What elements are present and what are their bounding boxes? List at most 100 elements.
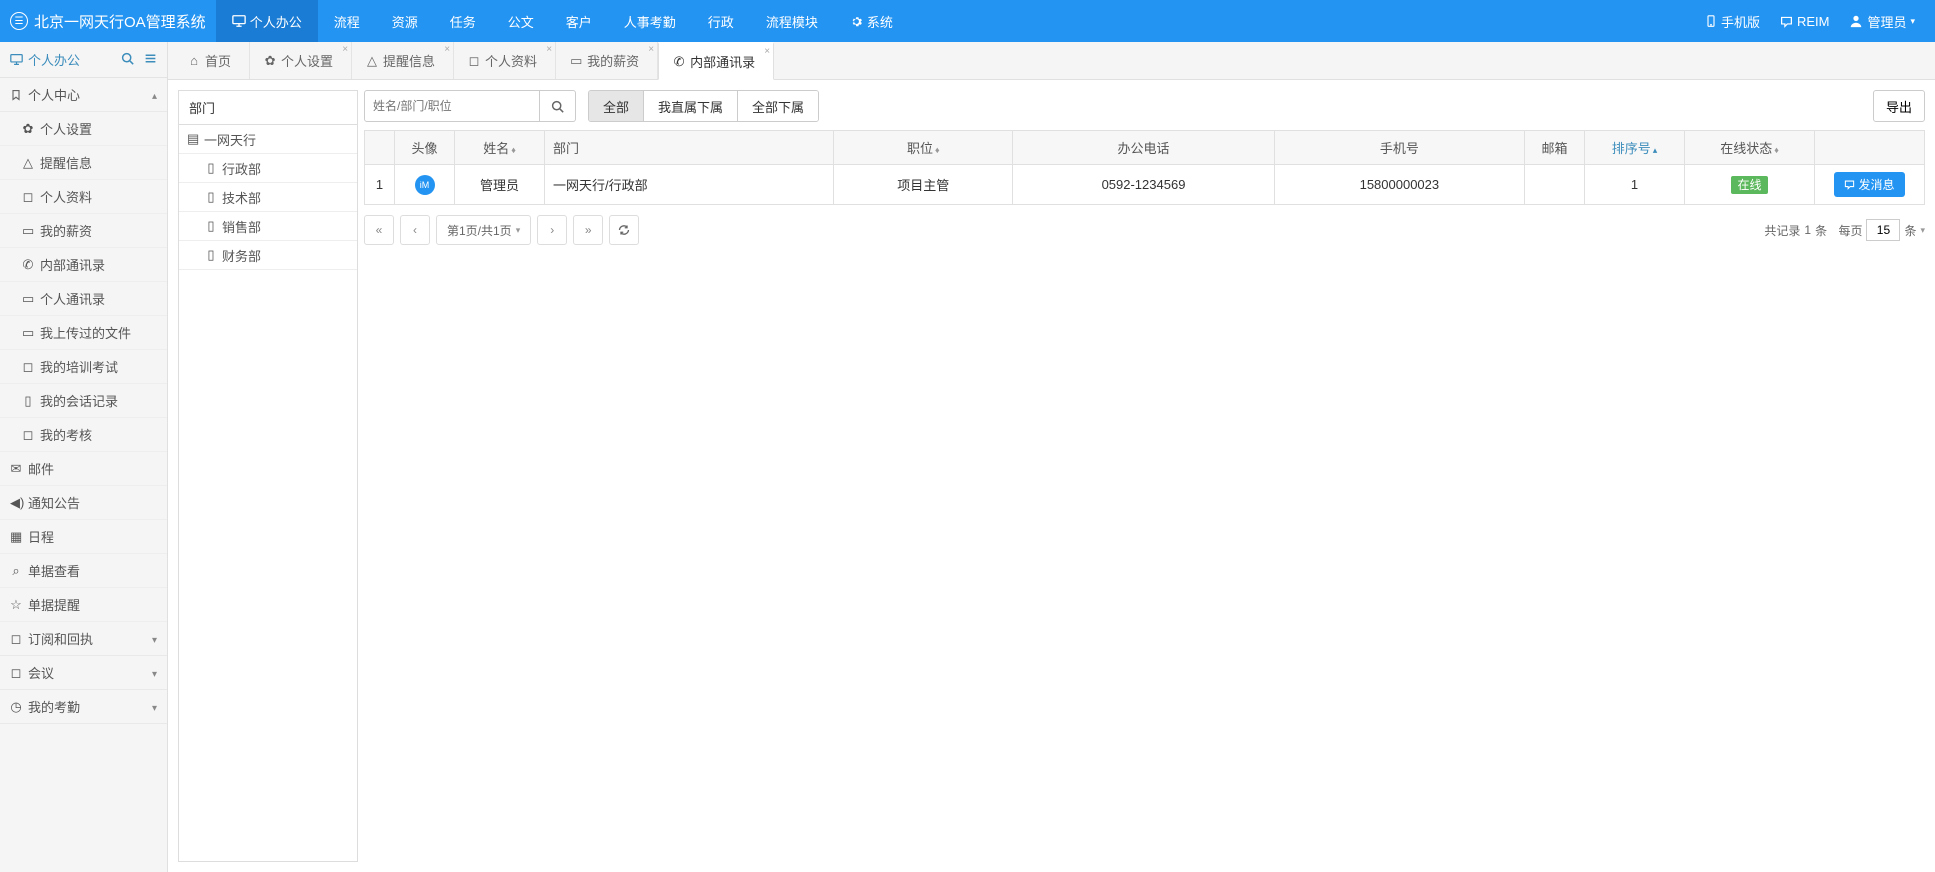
sidebar-title[interactable]: 个人办公	[10, 50, 121, 69]
tab-internal-contacts[interactable]: ✆内部通讯录×	[658, 42, 774, 80]
card-icon: ▭	[570, 53, 582, 69]
tab-settings[interactable]: ✿个人设置×	[250, 42, 352, 79]
close-icon[interactable]: ×	[546, 44, 552, 55]
sidebar-item-mail[interactable]: ✉邮件	[0, 452, 167, 486]
sidebar-item-assessment[interactable]: ◻我的考核	[0, 418, 167, 452]
sidebar-item-settings[interactable]: ✿个人设置	[0, 112, 167, 146]
dept-child[interactable]: ▯财务部	[179, 241, 357, 270]
main: ⌂首页 ✿个人设置× △提醒信息× ◻个人资料× ▭我的薪资× ✆内部通讯录× …	[168, 42, 1935, 872]
close-icon[interactable]: ×	[764, 46, 770, 57]
sidebar-menu-icon[interactable]	[144, 52, 157, 68]
nav-item-personal[interactable]: 个人办公	[216, 0, 318, 42]
dept-child[interactable]: ▯行政部	[179, 154, 357, 183]
col-mobile[interactable]: 手机号	[1274, 131, 1524, 165]
nav-item-system[interactable]: 系统	[834, 0, 909, 42]
sidebar-item-subscribe[interactable]: ◻订阅和回执	[0, 622, 167, 656]
cell-status: 在线	[1685, 165, 1815, 205]
sidebar-item-session-log[interactable]: ▯我的会话记录	[0, 384, 167, 418]
bookmark-icon: ◻	[10, 665, 22, 681]
table-row: 1 iM 管理员 一网天行/行政部 项目主管 0592-1234569 1580…	[365, 165, 1925, 205]
topbar: ☰ 北京一网天行OA管理系统 个人办公 流程 资源 任务 公文 客户 人事考勤 …	[0, 0, 1935, 42]
col-name[interactable]: 姓名♦	[455, 131, 545, 165]
sidebar-item-bill-view[interactable]: ⌕单据查看	[0, 554, 167, 588]
dept-child[interactable]: ▯销售部	[179, 212, 357, 241]
col-sort[interactable]: 排序号▴	[1585, 131, 1685, 165]
tab-salary[interactable]: ▭我的薪资×	[556, 42, 658, 79]
sidebar-item-schedule[interactable]: ▦日程	[0, 520, 167, 554]
sidebar-item-internal-contacts[interactable]: ✆内部通讯录	[0, 248, 167, 282]
monitor-icon	[10, 53, 23, 66]
nav-item-customer[interactable]: 客户	[550, 0, 608, 42]
logo-icon: ☰	[10, 12, 28, 30]
user-menu[interactable]: 管理员 ▾	[1849, 12, 1915, 31]
nav-item-process-module[interactable]: 流程模块	[750, 0, 834, 42]
dept-root[interactable]: ▤一网天行	[179, 125, 357, 154]
sidebar-item-bill-remind[interactable]: ☆单据提醒	[0, 588, 167, 622]
sidebar-item-personal-contacts[interactable]: ▭个人通讯录	[0, 282, 167, 316]
gear-icon: ✿	[22, 121, 34, 137]
tab-bar: ⌂首页 ✿个人设置× △提醒信息× ◻个人资料× ▭我的薪资× ✆内部通讯录×	[168, 42, 1935, 80]
app-logo: ☰ 北京一网天行OA管理系统	[10, 11, 216, 32]
close-icon[interactable]: ×	[648, 44, 654, 55]
col-position[interactable]: 职位♦	[834, 131, 1013, 165]
export-button[interactable]: 导出	[1873, 90, 1925, 122]
file-icon: ▯	[205, 160, 217, 176]
chat-icon	[1844, 179, 1855, 190]
close-icon[interactable]: ×	[444, 44, 450, 55]
col-office-phone[interactable]: 办公电话	[1013, 131, 1274, 165]
nav-item-task[interactable]: 任务	[434, 0, 492, 42]
sidebar-item-attendance[interactable]: ◷我的考勤	[0, 690, 167, 724]
nav-item-admin[interactable]: 行政	[692, 0, 750, 42]
sidebar-item-profile[interactable]: ◻个人资料	[0, 180, 167, 214]
col-avatar[interactable]: 头像	[395, 131, 455, 165]
sidebar-item-notifications[interactable]: △提醒信息	[0, 146, 167, 180]
avatar-icon: iM	[415, 175, 435, 195]
pager-last[interactable]: »	[573, 215, 603, 245]
nav-item-process[interactable]: 流程	[318, 0, 376, 42]
mobile-link[interactable]: 手机版	[1705, 12, 1760, 31]
menu-group-personal[interactable]: 个人中心	[0, 78, 167, 112]
seg-direct[interactable]: 我直属下属	[644, 91, 738, 121]
phone-icon: ✆	[22, 257, 34, 273]
nav-item-resource[interactable]: 资源	[376, 0, 434, 42]
reim-link[interactable]: REIM	[1780, 14, 1830, 29]
seg-all-sub[interactable]: 全部下属	[738, 91, 818, 121]
star-icon: ☆	[10, 597, 22, 613]
nav-item-hr[interactable]: 人事考勤	[608, 0, 692, 42]
file-icon: ▯	[205, 218, 217, 234]
col-status[interactable]: 在线状态♦	[1685, 131, 1815, 165]
sidebar-item-meeting[interactable]: ◻会议	[0, 656, 167, 690]
sidebar-item-uploads[interactable]: ▭我上传过的文件	[0, 316, 167, 350]
pager-first[interactable]: «	[364, 215, 394, 245]
dept-child[interactable]: ▯技术部	[179, 183, 357, 212]
pager-prev[interactable]: ‹	[400, 215, 430, 245]
nav-item-document[interactable]: 公文	[492, 0, 550, 42]
col-dept[interactable]: 部门	[545, 131, 834, 165]
per-page-input[interactable]	[1866, 219, 1900, 241]
folder-open-icon: ▤	[187, 131, 199, 147]
file-icon: ▯	[205, 247, 217, 263]
close-icon[interactable]: ×	[342, 44, 348, 55]
send-message-button[interactable]: 发消息	[1834, 172, 1904, 197]
app-title: 北京一网天行OA管理系统	[34, 11, 206, 32]
card-icon: ▭	[22, 223, 34, 239]
cell-email	[1525, 165, 1585, 205]
pager-next[interactable]: ›	[537, 215, 567, 245]
search-input[interactable]	[364, 90, 540, 122]
col-email[interactable]: 邮箱	[1525, 131, 1585, 165]
refresh-icon	[618, 224, 630, 236]
file-icon: ▯	[22, 393, 34, 409]
list-panel: 全部 我直属下属 全部下属 导出 头像 姓名♦ 部门 职位♦	[364, 90, 1925, 862]
tab-home[interactable]: ⌂首页	[174, 42, 250, 79]
sidebar-item-announcement[interactable]: ◀)通知公告	[0, 486, 167, 520]
pager-refresh[interactable]	[609, 215, 639, 245]
calendar-icon: ▦	[10, 529, 22, 545]
tab-notifications[interactable]: △提醒信息×	[352, 42, 454, 79]
tab-profile[interactable]: ◻个人资料×	[454, 42, 556, 79]
sidebar-item-salary[interactable]: ▭我的薪资	[0, 214, 167, 248]
sidebar-search-icon[interactable]	[121, 52, 134, 68]
search-button[interactable]	[540, 90, 576, 122]
sidebar-item-training[interactable]: ◻我的培训考试	[0, 350, 167, 384]
cell-avatar: iM	[395, 165, 455, 205]
seg-all[interactable]: 全部	[589, 91, 644, 121]
